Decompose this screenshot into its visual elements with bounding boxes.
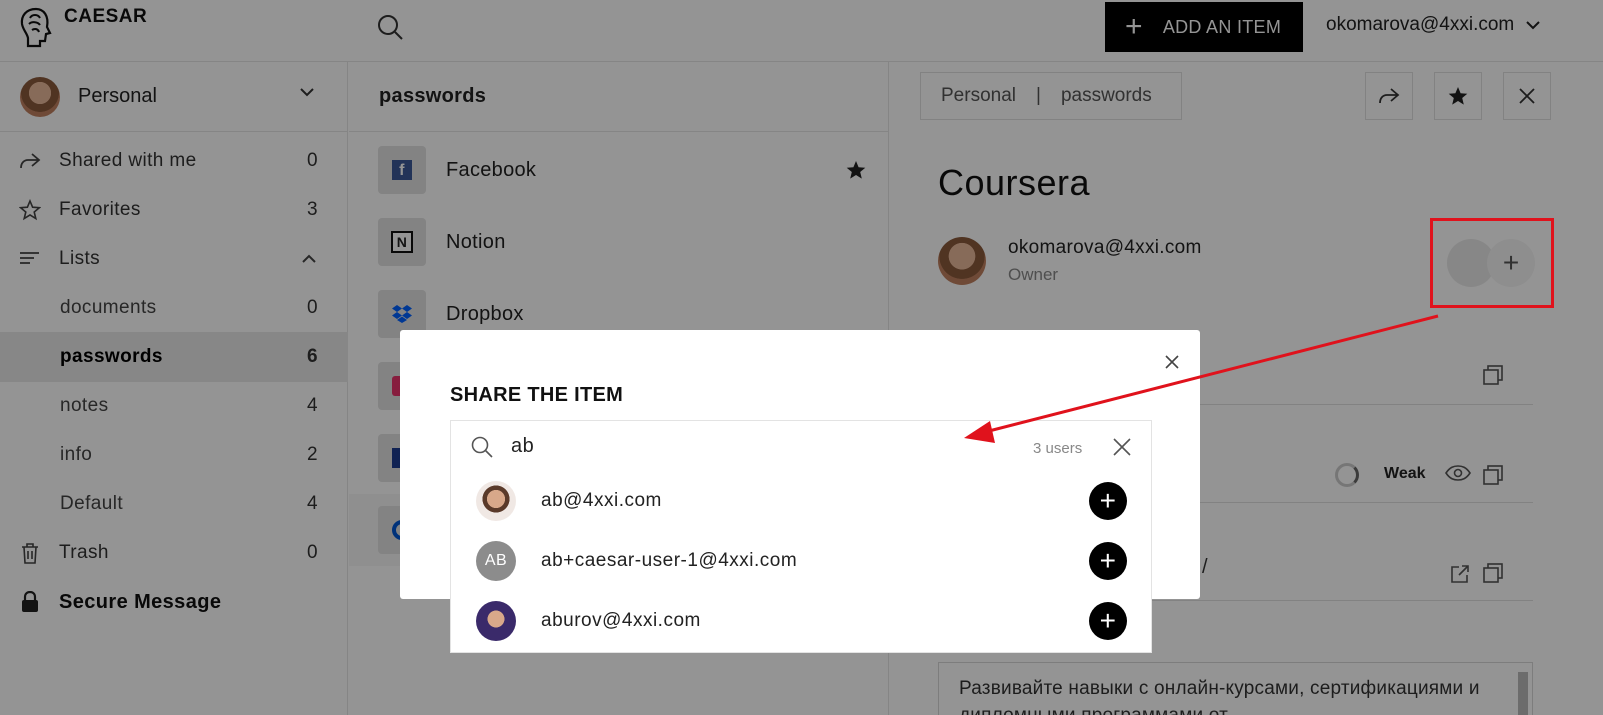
user-result-row[interactable]: aburov@4xxi.com + — [451, 591, 1151, 651]
result-count: 3 users — [1033, 440, 1083, 457]
user-email: ab@4xxi.com — [541, 490, 662, 511]
search-icon — [471, 436, 493, 458]
add-user-button[interactable]: + — [1089, 542, 1127, 580]
clear-search-icon[interactable] — [1113, 438, 1131, 456]
user-result-row[interactable]: ab@4xxi.com + — [451, 471, 1151, 531]
avatar — [476, 481, 516, 521]
modal-title: SHARE THE ITEM — [450, 384, 624, 406]
user-email: ab+caesar-user-1@4xxi.com — [541, 550, 798, 571]
user-email: aburov@4xxi.com — [541, 610, 701, 631]
user-search-input[interactable] — [511, 431, 951, 461]
avatar — [476, 601, 516, 641]
close-icon[interactable] — [1164, 354, 1180, 370]
avatar: AB — [476, 541, 516, 581]
add-user-button[interactable]: + — [1089, 482, 1127, 520]
annotation-highlight-box — [1430, 218, 1554, 308]
user-result-row[interactable]: AB ab+caesar-user-1@4xxi.com + — [451, 531, 1151, 591]
add-user-button[interactable]: + — [1089, 602, 1127, 640]
user-search-dropdown: 3 users ab@4xxi.com + AB ab+caesar-user-… — [450, 420, 1152, 653]
